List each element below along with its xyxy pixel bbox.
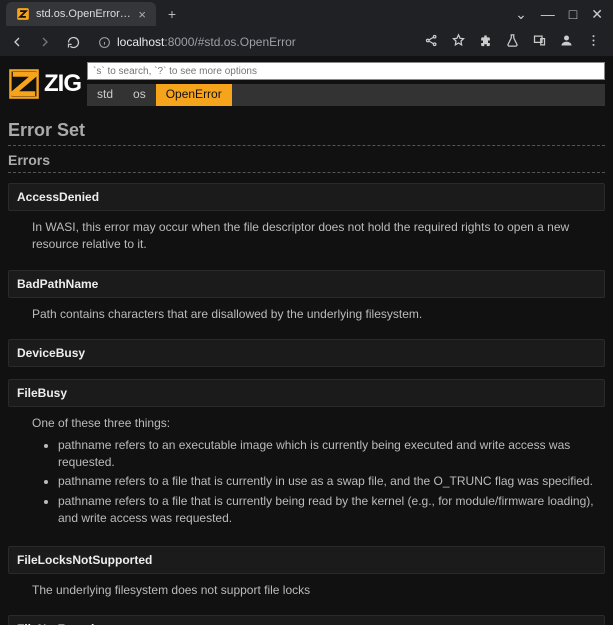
error-item: FileNotFound bbox=[8, 615, 605, 625]
error-bullet: pathname refers to an executable image w… bbox=[58, 437, 597, 472]
close-tab-icon[interactable]: × bbox=[138, 7, 146, 22]
url-path: :8000/#std.os.OpenError bbox=[164, 35, 295, 49]
error-description: One of these three things:pathname refer… bbox=[8, 407, 605, 533]
zig-logo[interactable]: ZIG bbox=[8, 62, 81, 106]
url-host: localhost bbox=[117, 35, 164, 49]
tab-bar: std.os.OpenError - Zig Do… × + ⌄ — □ ✕ bbox=[0, 0, 613, 28]
crumb-openerror[interactable]: OpenError bbox=[156, 84, 232, 106]
section-title: Errors bbox=[8, 152, 605, 173]
error-name[interactable]: BadPathName bbox=[8, 270, 605, 298]
error-name[interactable]: DeviceBusy bbox=[8, 339, 605, 367]
forward-button[interactable] bbox=[36, 33, 54, 51]
error-item: DeviceBusy bbox=[8, 339, 605, 367]
window-maximize-icon[interactable]: □ bbox=[569, 6, 577, 22]
page-content: ZIG std os OpenError Error Set Errors Ac… bbox=[0, 56, 613, 625]
error-description: Path contains characters that are disall… bbox=[8, 298, 605, 327]
errors-list: AccessDeniedIn WASI, this error may occu… bbox=[8, 183, 605, 625]
new-tab-button[interactable]: + bbox=[162, 4, 182, 24]
zig-logo-text: ZIG bbox=[44, 70, 81, 98]
zig-logo-icon bbox=[8, 68, 40, 100]
bookmark-icon[interactable] bbox=[451, 33, 466, 51]
search-input[interactable] bbox=[87, 62, 605, 80]
back-button[interactable] bbox=[8, 33, 26, 51]
window-chevron-icon[interactable]: ⌄ bbox=[515, 6, 527, 23]
extensions-icon[interactable] bbox=[478, 33, 493, 51]
browser-tab[interactable]: std.os.OpenError - Zig Do… × bbox=[6, 2, 156, 26]
site-header: ZIG std os OpenError bbox=[0, 56, 613, 110]
error-name[interactable]: AccessDenied bbox=[8, 183, 605, 211]
error-name[interactable]: FileBusy bbox=[8, 379, 605, 407]
profile-icon[interactable] bbox=[559, 33, 574, 51]
crumb-std[interactable]: std bbox=[87, 84, 123, 106]
lab-icon[interactable] bbox=[505, 33, 520, 51]
error-item: FileLocksNotSupportedThe underlying file… bbox=[8, 546, 605, 603]
error-name[interactable]: FileNotFound bbox=[8, 615, 605, 625]
error-bullet: pathname refers to a file that is curren… bbox=[58, 493, 597, 528]
crumb-os[interactable]: os bbox=[123, 84, 156, 106]
site-info-icon[interactable] bbox=[98, 36, 111, 49]
reload-button[interactable] bbox=[64, 33, 82, 51]
breadcrumb: std os OpenError bbox=[87, 84, 605, 106]
error-item: BadPathNamePath contains characters that… bbox=[8, 270, 605, 327]
tab-title: std.os.OpenError - Zig Do… bbox=[36, 8, 132, 20]
window-close-icon[interactable]: ✕ bbox=[591, 6, 603, 23]
share-icon[interactable] bbox=[424, 33, 439, 51]
error-item: FileBusyOne of these three things:pathna… bbox=[8, 379, 605, 533]
error-name[interactable]: FileLocksNotSupported bbox=[8, 546, 605, 574]
url-bar[interactable]: localhost:8000/#std.os.OpenError bbox=[92, 31, 414, 53]
devices-icon[interactable] bbox=[532, 33, 547, 51]
browser-chrome: std.os.OpenError - Zig Do… × + ⌄ — □ ✕ l… bbox=[0, 0, 613, 56]
error-item: AccessDeniedIn WASI, this error may occu… bbox=[8, 183, 605, 258]
error-bullet: pathname refers to a file that is curren… bbox=[58, 473, 597, 490]
browser-toolbar: localhost:8000/#std.os.OpenError bbox=[0, 28, 613, 56]
error-description: In WASI, this error may occur when the f… bbox=[8, 211, 605, 258]
error-description: The underlying filesystem does not suppo… bbox=[8, 574, 605, 603]
zig-favicon-icon bbox=[16, 7, 30, 21]
window-minimize-icon[interactable]: — bbox=[541, 6, 555, 22]
page-title: Error Set bbox=[8, 120, 605, 146]
menu-icon[interactable] bbox=[586, 33, 601, 51]
